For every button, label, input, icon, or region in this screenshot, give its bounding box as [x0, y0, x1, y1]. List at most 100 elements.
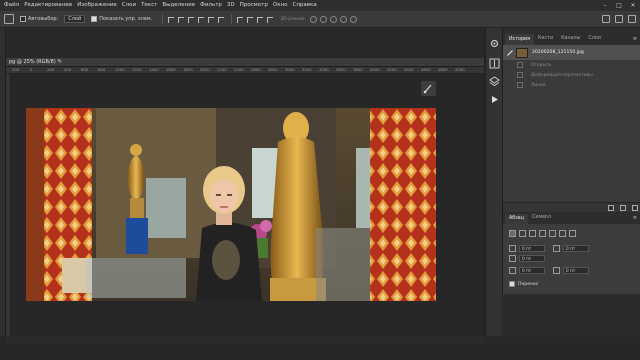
tab-paragraph[interactable]: Абзац [505, 214, 528, 224]
panel-menu-icon[interactable]: ≡ [633, 36, 637, 42]
new-document-icon[interactable] [608, 205, 614, 211]
3d-roll-icon[interactable] [319, 15, 327, 23]
menu-window[interactable]: Окно [273, 0, 288, 11]
separator [162, 14, 164, 24]
align-hcenter-icon[interactable] [177, 16, 185, 23]
justify-left-icon[interactable] [539, 230, 546, 237]
photoshop-window: Файл Редактирование Изображение Слои Тек… [0, 0, 640, 360]
ruler-mark: 2200 [217, 67, 227, 72]
indent-left-value[interactable]: 0 пт [519, 245, 545, 252]
indent-right-value[interactable]: 0 пт [563, 245, 589, 252]
align-vcenter-icon[interactable] [207, 16, 215, 23]
search-icon[interactable] [602, 15, 610, 23]
history-step[interactable]: Деформация перспективы [503, 70, 640, 80]
justify-all-icon[interactable] [569, 230, 576, 237]
menu-file[interactable]: Файл [4, 0, 19, 11]
menu-view[interactable]: Просмотр [240, 0, 268, 11]
3d-orbit-icon[interactable] [309, 15, 317, 23]
indent-right-field[interactable]: 0 пт [553, 245, 589, 252]
minimize-button[interactable]: – [598, 0, 612, 11]
justify-center-icon[interactable] [549, 230, 556, 237]
align-center-text-icon[interactable] [519, 230, 526, 237]
3d-scale-icon[interactable] [349, 15, 357, 23]
menu-type[interactable]: Текст [141, 0, 157, 11]
close-window-button[interactable]: ✕ [626, 0, 640, 11]
trash-icon[interactable] [632, 205, 638, 211]
horizontal-ruler[interactable]: 200 0 200 400 600 800 1000 1200 1400 160… [6, 67, 484, 74]
history-icon[interactable] [489, 58, 500, 69]
3d-slide-icon[interactable] [339, 15, 347, 23]
history-brush-icon[interactable] [507, 49, 513, 56]
indent-left-field[interactable]: 0 пт [509, 245, 545, 252]
align-left-text-icon[interactable] [509, 230, 516, 237]
ruler-mark: 1600 [166, 67, 176, 72]
menu-help[interactable]: Справка [292, 0, 316, 11]
floating-tool-button[interactable] [421, 81, 436, 96]
gear-icon[interactable] [489, 38, 500, 49]
space-after-value[interactable]: 0 пт [563, 267, 589, 274]
move-tool-icon[interactable] [4, 14, 14, 24]
indent-first-field[interactable]: 0 пт [509, 255, 545, 262]
share-icon[interactable] [628, 15, 636, 23]
ruler-mark: 3800 [353, 67, 363, 72]
distribute-icon[interactable] [246, 16, 254, 23]
menu-edit[interactable]: Редактирование [24, 0, 72, 11]
hyphenation-option[interactable]: Перенос [509, 281, 538, 287]
status-bar: 25% 1,7/11,6M [6, 336, 484, 353]
tab-character[interactable]: Символ [528, 213, 555, 222]
ruler-mark: 3600 [336, 67, 346, 72]
tab-brushes[interactable]: Кисти [534, 34, 557, 43]
options-bar: Автовыбор: Слой Показать упр. элем. 3D-р… [0, 11, 640, 28]
camera-icon[interactable] [620, 205, 626, 211]
align-right-icon[interactable] [187, 16, 195, 23]
panel-menu-icon[interactable]: ≡ [633, 215, 637, 221]
autoselect-checkbox[interactable] [20, 16, 26, 22]
hyphenation-label: Перенос [518, 281, 539, 287]
menu-layers[interactable]: Слои [122, 0, 136, 11]
align-left-icon[interactable] [167, 16, 175, 23]
ruler-mark: 2800 [268, 67, 278, 72]
paragraph-panel: Абзац Символ ≡ 0 пт 0 пт 0 пт 0 пт 0 пт … [502, 212, 640, 294]
ruler-mark: 200 [12, 67, 20, 72]
workspace-icon[interactable] [615, 15, 623, 23]
layers-icon[interactable] [489, 76, 500, 87]
menu-select[interactable]: Выделение [162, 0, 195, 11]
space-before-field[interactable]: 0 пт [509, 267, 545, 274]
history-snapshot[interactable]: 20200208_121150.jpg [503, 45, 640, 60]
space-after-field[interactable]: 0 пт [553, 267, 589, 274]
tab-history[interactable]: История [505, 34, 535, 45]
align-top-icon[interactable] [197, 16, 205, 23]
3d-pan-icon[interactable] [329, 15, 337, 23]
paragraph-panel-tabs: Абзац Символ ≡ [503, 212, 640, 224]
paragraph-body: 0 пт 0 пт 0 пт 0 пт 0 пт Перенос [503, 224, 640, 294]
menu-image[interactable]: Изображение [77, 0, 117, 11]
menu-3d[interactable]: 3D [227, 0, 235, 11]
history-step[interactable]: Открыть [503, 60, 640, 70]
hyphenation-checkbox[interactable] [509, 281, 515, 287]
maximize-button[interactable]: □ [612, 0, 626, 11]
show-controls-checkbox[interactable] [91, 16, 98, 22]
play-icon[interactable] [489, 94, 500, 105]
close-document-icon[interactable]: × [58, 58, 62, 67]
history-step[interactable]: Линия [503, 80, 640, 90]
space-before-value[interactable]: 0 пт [519, 267, 545, 274]
menu-filter[interactable]: Фильтр [200, 0, 222, 11]
indent-first-value[interactable]: 0 пт [519, 255, 545, 262]
tab-channels[interactable]: Каналы [557, 34, 584, 43]
snapshot-name: 20200208_121150.jpg [532, 50, 584, 55]
autoselect-dropdown[interactable]: Слой [64, 15, 86, 23]
align-right-text-icon[interactable] [529, 230, 536, 237]
space-before-icon [509, 267, 516, 274]
ruler-mark: 4400 [404, 67, 414, 72]
distribute-icon[interactable] [256, 16, 264, 23]
document-title: pg @ 25% (RGB/8) * [9, 59, 60, 65]
ruler-mark: 1000 [115, 67, 125, 72]
distribute-icon[interactable] [236, 16, 244, 23]
align-bottom-icon[interactable] [217, 16, 225, 23]
ruler-mark: 400 [64, 67, 72, 72]
tab-layers[interactable]: Слои [584, 34, 604, 43]
distribute-icon[interactable] [266, 16, 274, 23]
justify-right-icon[interactable] [559, 230, 566, 237]
document-tab[interactable]: pg @ 25% (RGB/8) * × [6, 58, 484, 67]
document-image[interactable] [26, 108, 436, 301]
